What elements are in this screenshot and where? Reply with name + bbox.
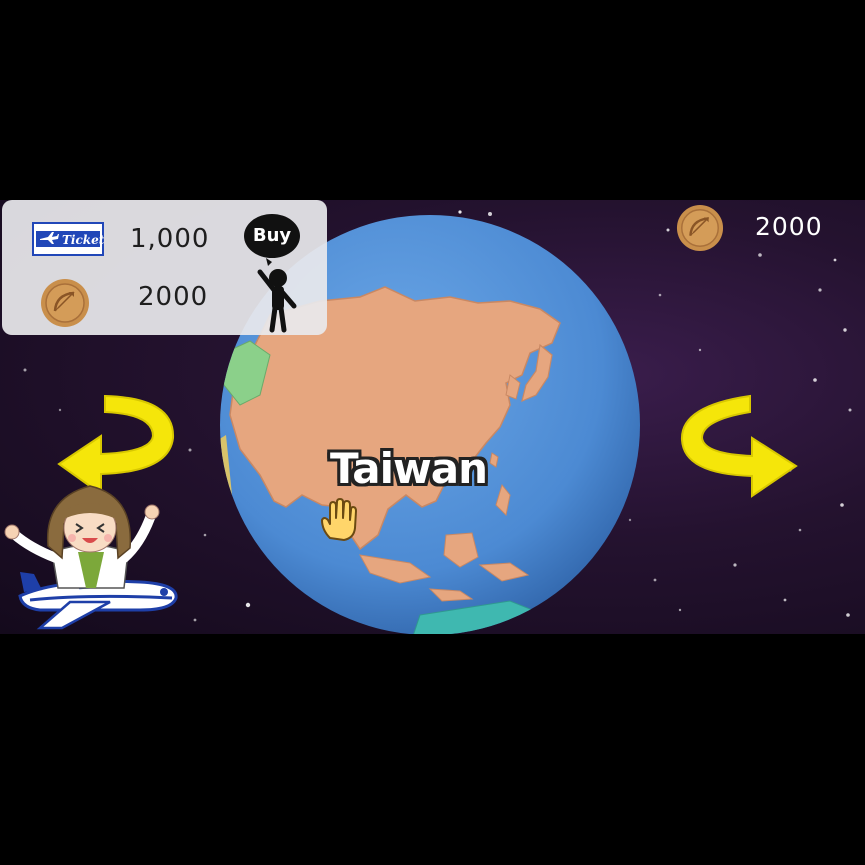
buy-label: Buy xyxy=(244,214,300,258)
plane-ticket-icon: Ticket xyxy=(32,222,104,256)
ticket-price: 1,000 xyxy=(130,224,210,254)
hand-cursor-icon xyxy=(321,498,357,541)
hud-coin-count: 2000 xyxy=(755,212,823,241)
bow-coin-icon xyxy=(40,278,90,328)
letterbox-bottom xyxy=(0,634,865,865)
buy-person-icon xyxy=(257,258,297,333)
letterbox-top xyxy=(0,0,865,200)
country-name-label: Taiwan xyxy=(330,444,488,493)
traveler-character xyxy=(4,485,178,630)
buy-button[interactable]: Buy xyxy=(238,214,310,333)
coin-price: 2000 xyxy=(138,282,209,312)
bow-coin-icon xyxy=(676,204,724,252)
curved-arrow-right-icon[interactable] xyxy=(672,392,802,502)
ticket-icon-text: Ticket xyxy=(62,233,104,247)
